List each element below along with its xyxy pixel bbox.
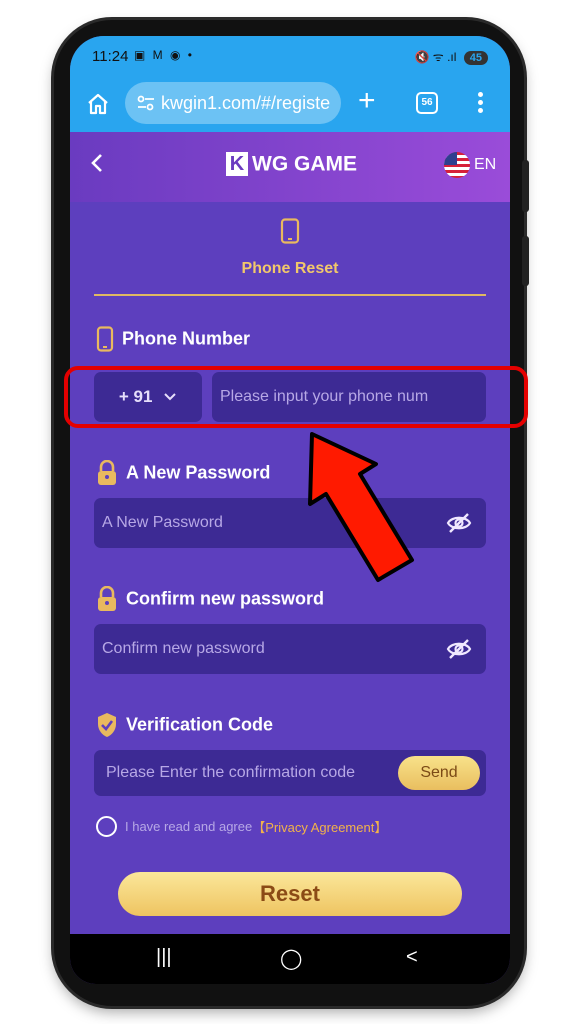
brand-name: WG GAME: [252, 152, 357, 176]
battery-icon: 45: [463, 51, 488, 65]
status-bar: 11:24 ▣ M ◉ • 🔇 ᯤ .ıl 45: [70, 36, 510, 76]
agree-radio[interactable]: [96, 816, 117, 837]
reset-button[interactable]: Reset: [118, 872, 462, 916]
verification-code-label-text: Verification Code: [126, 714, 274, 735]
logo-icon: K: [226, 152, 248, 177]
brand-logo: K WG GAME: [226, 152, 357, 182]
privacy-agreement-link[interactable]: 【Privacy Agreement】: [252, 820, 387, 835]
red-arrow-annotation: [308, 432, 414, 582]
shield-check-icon: [98, 713, 116, 737]
home-nav-button[interactable]: ◯: [280, 946, 302, 971]
eye-off-icon[interactable]: [446, 512, 472, 534]
verification-code-label: Verification Code: [96, 712, 273, 738]
address-bar[interactable]: kwgin1.com/#/registe: [125, 82, 341, 124]
phone-number-label-text: Phone Number: [122, 328, 251, 349]
phone-field-highlight: [64, 366, 528, 428]
language-code: EN: [474, 156, 497, 173]
agreement-text: I have read and agree: [125, 819, 253, 834]
confirm-password-field[interactable]: [94, 624, 486, 674]
volume-button: [522, 160, 529, 212]
phone-icon: [96, 326, 114, 352]
recents-button[interactable]: |||: [156, 946, 172, 969]
new-password-label-text: A New Password: [126, 462, 271, 483]
eye-off-icon[interactable]: [446, 638, 472, 660]
send-code-button[interactable]: Send: [398, 756, 480, 790]
tab-underline: [94, 294, 486, 296]
agreement-row: I have read and agree【Privacy Agreement】: [96, 816, 387, 837]
url-text: kwgin1.com/#/registe: [161, 93, 331, 113]
site-settings-icon[interactable]: [137, 95, 155, 111]
phone-reset-icon: [280, 218, 300, 244]
language-selector[interactable]: EN: [444, 152, 496, 178]
status-time: 11:24: [92, 48, 129, 65]
power-button: [522, 236, 529, 286]
more-menu-icon[interactable]: [470, 92, 490, 116]
app-header: K WG GAME EN: [70, 132, 510, 202]
android-nav-bar: ||| ◯ <: [70, 934, 510, 984]
new-tab-icon[interactable]: +: [358, 86, 376, 116]
new-password-label: A New Password: [96, 460, 270, 486]
tab-switcher-button[interactable]: 56: [416, 92, 438, 114]
chevron-left-icon: [91, 154, 102, 172]
signal-strength-icon: 🔇 ᯤ .ıl: [414, 50, 457, 64]
lock-icon: [98, 460, 116, 485]
confirm-password-label-text: Confirm new password: [126, 588, 325, 609]
lock-icon: [98, 586, 116, 611]
back-nav-button[interactable]: <: [406, 946, 418, 969]
confirm-password-input[interactable]: [94, 624, 486, 674]
home-icon[interactable]: [86, 92, 110, 116]
phone-number-label: Phone Number: [96, 326, 250, 352]
notification-icons: ▣ M ◉ •: [134, 48, 195, 62]
tab-phone-reset[interactable]: Phone Reset: [70, 260, 510, 278]
browser-toolbar: kwgin1.com/#/registe + 56: [70, 76, 510, 132]
confirm-password-label: Confirm new password: [96, 586, 324, 612]
us-flag-icon: [444, 152, 470, 178]
back-button[interactable]: [90, 152, 104, 181]
signal-icons: 🔇 ᯤ .ıl 45: [414, 48, 488, 65]
